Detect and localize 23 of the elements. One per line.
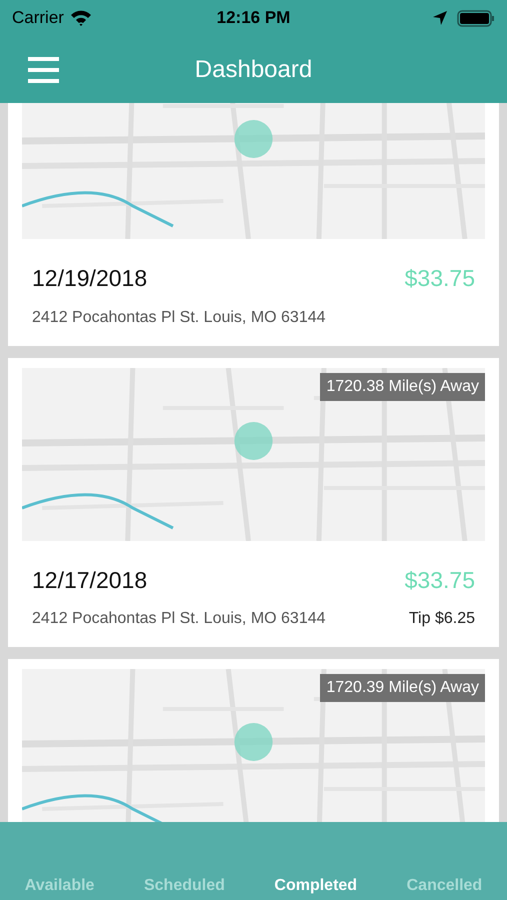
job-card[interactable]: 1720.38 Mile(s) Away 12/17/2018 $33.75 2412 Pocahontas Pl St. Louis, MO 63144 Tip $6.25 [8,358,499,647]
page-title: Dashboard [194,54,312,84]
distance-badge: 1720.38 Mile(s) Away [320,372,485,400]
job-address: 2412 Pocahontas Pl St. Louis, MO 63144 [32,609,326,629]
job-address: 2412 Pocahontas Pl St. Louis, MO 63144 [32,308,326,328]
job-amount: $33.75 [404,264,475,293]
tab[interactable]: Completed [270,874,362,898]
location-arrow-icon [432,11,447,25]
clock-time: 12:16 PM [216,7,290,30]
job-date: 12/19/2018 [32,264,148,293]
menu-icon[interactable] [28,56,59,82]
job-date: 12/17/2018 [32,566,148,594]
carrier-label: Carrier [12,7,64,30]
job-card[interactable]: 12/19/2018 $33.75 2412 Pocahontas Pl St. Louis, MO 63144 [8,103,499,346]
tab[interactable]: Available [20,874,98,898]
tab[interactable]: Scheduled [140,874,229,898]
tip-amount: Tip $6.25 [408,609,475,629]
battery-icon [456,10,495,26]
job-amount: $33.75 [404,566,475,594]
tab[interactable]: Cancelled [402,874,486,898]
wifi-icon [70,10,92,26]
job-card[interactable]: 1720.39 Mile(s) Away [8,659,499,822]
distance-badge: 1720.39 Mile(s) Away [320,674,485,702]
